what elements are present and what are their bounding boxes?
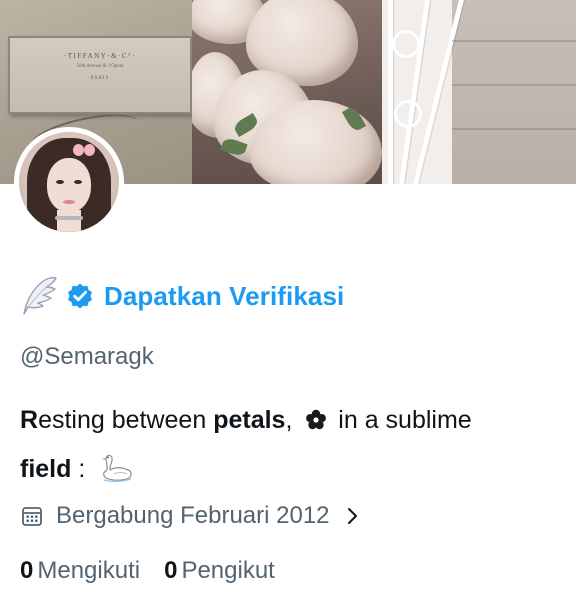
banner-panel-strawberries [192, 0, 382, 184]
railing-image [382, 0, 464, 184]
bio-bold-text: field [20, 455, 72, 483]
following-count: 0 [20, 557, 34, 584]
bow-icon [73, 144, 95, 156]
bio-text: , [285, 406, 300, 434]
chevron-right-icon [347, 508, 357, 524]
tiffany-box-text: ·TIFFANY·&·C°· [63, 52, 137, 60]
flower-icon [306, 409, 327, 430]
user-handle: @Semaragk [20, 343, 154, 370]
floor-tile-line [452, 40, 576, 42]
bio-text: R [20, 406, 39, 434]
bio-text: in a sublime [331, 406, 472, 434]
profile-bio: Resting between petals, in a sublime fie… [20, 396, 565, 494]
bio-text: esting between [38, 406, 214, 434]
swan-icon [102, 454, 132, 482]
display-name-row: Dapatkan Verifikasi [20, 274, 344, 318]
followers-label: Pengikut [181, 557, 275, 584]
followers-count: 0 [164, 557, 178, 584]
join-date[interactable]: Bergabung Februari 2012 [20, 502, 362, 530]
tiffany-box-image: ·TIFFANY·&·C°· 56th Avenue & 1'Opera ·PA… [8, 36, 192, 114]
tiffany-box-text: ·PARIS· [87, 76, 113, 81]
floor-tile-line [452, 128, 576, 130]
floor-tile-line [452, 84, 576, 86]
verified-badge-icon[interactable] [66, 282, 94, 310]
following-link[interactable]: 0 Mengikuti [20, 557, 140, 585]
followers-link[interactable]: 0 Pengikut [164, 557, 275, 585]
wing-icon [23, 276, 57, 315]
calendar-icon [22, 507, 42, 526]
join-date-text: Bergabung Februari 2012 [56, 502, 330, 529]
bio-text: : [71, 455, 93, 483]
following-label: Mengikuti [37, 557, 141, 584]
banner-panel-railing [382, 0, 576, 184]
avatar[interactable] [14, 127, 124, 237]
avatar-photo [19, 132, 119, 232]
bio-bold-text: petals [213, 406, 286, 434]
follow-stats: 0 Mengikuti 0 Pengikut [20, 557, 275, 585]
tiffany-box-text: 56th Avenue & 1'Opera [76, 64, 124, 69]
get-verified-link[interactable]: Dapatkan Verifikasi [104, 281, 344, 312]
